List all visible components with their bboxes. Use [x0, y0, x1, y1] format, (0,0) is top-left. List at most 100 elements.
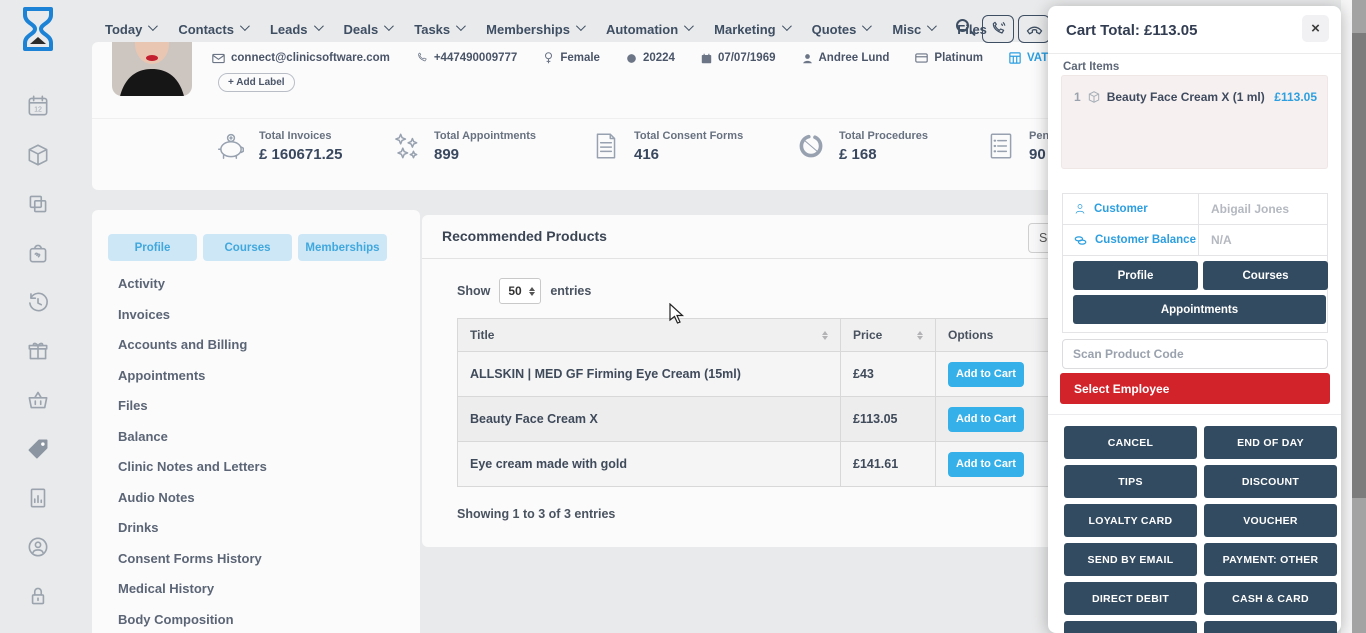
menu-item-accounts-and-billing[interactable]: Accounts and Billing	[118, 337, 267, 356]
table-entries-summary: Showing 1 to 3 of 3 entries	[457, 507, 615, 521]
nav-memberships[interactable]: Memberships	[486, 22, 583, 37]
menu-item-appointments[interactable]: Appointments	[118, 368, 267, 387]
customer-balance-value[interactable]: N/A	[1199, 225, 1327, 255]
add-to-cart-button[interactable]: Add to Cart	[948, 407, 1024, 432]
cart-item-row[interactable]: 1 Beauty Face Cream X (1 ml) £113.05	[1074, 90, 1317, 104]
chevron-down-icon	[576, 21, 586, 31]
clinicsoftware-logo[interactable]	[16, 6, 60, 52]
tab-courses[interactable]: Courses	[203, 234, 292, 261]
item-price: £113.05	[1274, 90, 1317, 104]
send-by-email-button[interactable]: SEND BY EMAIL	[1064, 543, 1197, 576]
product-title-cell: Eye cream made with gold	[458, 442, 841, 487]
end-of-day-button[interactable]: END OF DAY	[1204, 426, 1337, 459]
cancel-button[interactable]: CANCEL	[1064, 426, 1197, 459]
search-icon[interactable]	[956, 19, 969, 32]
menu-item-invoices[interactable]: Invoices	[118, 307, 267, 326]
user-circle-icon[interactable]	[25, 534, 51, 560]
direct-debit-button[interactable]: DIRECT DEBIT	[1064, 582, 1197, 615]
report-icon[interactable]	[25, 485, 51, 511]
calendar-icon[interactable]: 12	[25, 93, 51, 119]
menu-item-drinks[interactable]: Drinks	[118, 520, 267, 539]
cart-action-button-partial[interactable]	[1204, 621, 1337, 633]
vat-grid-icon	[1009, 52, 1021, 64]
cart-drawer: Cart Total: £113.05 × Cart Items 1 Beaut…	[1048, 6, 1341, 633]
chevron-down-icon	[148, 21, 158, 31]
add-to-cart-button[interactable]: Add to Cart	[948, 452, 1024, 477]
lock-icon[interactable]	[25, 583, 51, 609]
nav-marketing[interactable]: Marketing	[714, 22, 788, 37]
menu-item-activity[interactable]: Activity	[118, 276, 267, 295]
tips-button[interactable]: TIPS	[1064, 465, 1197, 498]
customer-value[interactable]: Abigail Jones	[1199, 194, 1327, 224]
close-icon[interactable]: ×	[1302, 15, 1329, 42]
voucher-button[interactable]: VOUCHER	[1204, 504, 1337, 537]
vertical-scrollbar[interactable]	[1352, 0, 1366, 633]
chevron-down-icon	[927, 21, 937, 31]
chevron-down-icon	[313, 21, 323, 31]
cart-items-box: 1 Beauty Face Cream X (1 ml) £113.05	[1061, 75, 1328, 169]
coins-icon	[1074, 235, 1087, 246]
menu-item-audio-notes[interactable]: Audio Notes	[118, 490, 267, 509]
discount-button[interactable]: DISCOUNT	[1204, 465, 1337, 498]
nav-quotes[interactable]: Quotes	[812, 22, 870, 37]
menu-item-balance[interactable]: Balance	[118, 429, 267, 448]
stat-total-appointments: Total Appointments899	[390, 130, 536, 163]
divider	[1048, 53, 1341, 54]
nav-misc[interactable]: Misc	[892, 22, 934, 37]
nav-leads[interactable]: Leads	[270, 22, 321, 37]
chevron-down-icon	[240, 21, 250, 31]
phone-call-button[interactable]	[982, 15, 1014, 43]
column-header-title[interactable]: Title	[458, 319, 841, 352]
basket-icon[interactable]	[25, 387, 51, 413]
cart-profile-button[interactable]: Profile	[1073, 261, 1198, 290]
spinner-icon	[529, 287, 535, 296]
price-tag-icon[interactable]	[25, 436, 51, 462]
nav-deals[interactable]: Deals	[344, 22, 392, 37]
add-to-cart-button[interactable]: Add to Cart	[948, 362, 1024, 387]
page-size-select[interactable]: 50	[499, 278, 541, 304]
add-label-button[interactable]: + Add Label	[218, 73, 295, 92]
menu-item-medical-history[interactable]: Medical History	[118, 581, 267, 600]
shopping-bag-icon[interactable]	[25, 240, 51, 266]
menu-item-body-composition[interactable]: Body Composition	[118, 612, 267, 631]
scan-product-code-input[interactable]	[1062, 339, 1328, 369]
sort-icon	[917, 331, 923, 340]
copy-icon[interactable]	[25, 191, 51, 217]
nav-contacts[interactable]: Contacts	[178, 22, 247, 37]
cart-total-title: Cart Total: £113.05	[1066, 22, 1197, 39]
menu-item-files[interactable]: Files	[118, 398, 267, 417]
nav-automation[interactable]: Automation	[606, 22, 691, 37]
column-header-price[interactable]: Price	[841, 319, 936, 352]
tab-memberships[interactable]: Memberships	[298, 234, 387, 261]
handset-button[interactable]	[1018, 15, 1050, 43]
chevron-down-icon	[384, 21, 394, 31]
nav-today[interactable]: Today	[105, 22, 155, 37]
scrollbar-thumb[interactable]	[1352, 33, 1366, 498]
payment-other-button[interactable]: PAYMENT: OTHER	[1204, 543, 1337, 576]
mouse-cursor	[668, 303, 686, 325]
card-title: Recommended Products	[442, 228, 607, 244]
package-icon[interactable]	[25, 142, 51, 168]
checklist-icon	[985, 130, 1017, 162]
section-menu: Activity Invoices Accounts and Billing A…	[118, 276, 267, 633]
loyalty-card-button[interactable]: LOYALTY CARD	[1064, 504, 1197, 537]
cash-and-card-button[interactable]: CASH & CARD	[1204, 582, 1337, 615]
customer-balance-label[interactable]: Customer Balance	[1063, 225, 1199, 255]
customer-label[interactable]: Customer	[1063, 194, 1199, 224]
chevron-down-icon	[782, 21, 792, 31]
history-icon[interactable]	[25, 289, 51, 315]
tab-profile[interactable]: Profile	[108, 234, 197, 261]
gift-icon[interactable]	[25, 338, 51, 364]
nav-tasks[interactable]: Tasks	[414, 22, 463, 37]
product-title-cell: Beauty Face Cream X	[458, 397, 841, 442]
menu-item-consent-forms-history[interactable]: Consent Forms History	[118, 551, 267, 570]
menu-item-clinic-notes[interactable]: Clinic Notes and Letters	[118, 459, 267, 478]
cart-courses-button[interactable]: Courses	[1203, 261, 1328, 290]
document-icon	[590, 130, 622, 162]
chevron-down-icon	[684, 21, 694, 31]
cart-appointments-button[interactable]: Appointments	[1073, 295, 1326, 324]
stat-total-consent-forms: Total Consent Forms416	[590, 130, 743, 163]
cart-action-button-partial[interactable]	[1064, 621, 1197, 633]
page-gutter	[1341, 0, 1352, 633]
select-employee-button[interactable]: Select Employee	[1060, 373, 1330, 404]
